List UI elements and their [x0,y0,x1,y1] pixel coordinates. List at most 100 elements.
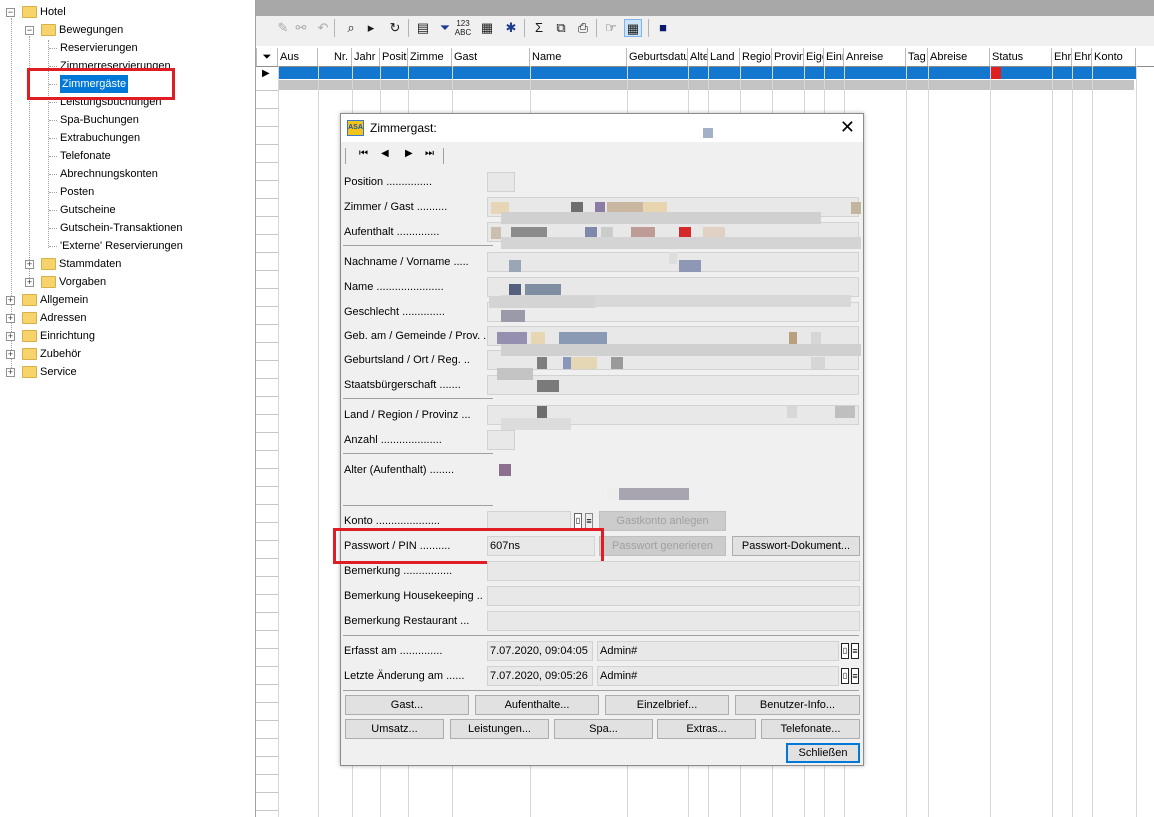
tree-item-bewegungen[interactable]: Bewegungen [59,21,123,39]
collapse-icon[interactable]: − [6,8,15,17]
column-header[interactable]: Abreise [928,48,990,66]
stop-icon[interactable]: ■ [654,19,672,37]
last-record-icon[interactable]: ⏭ [425,148,434,159]
expand-icon[interactable]: + [25,260,34,269]
column-header[interactable]: Eige [804,48,824,66]
column-header[interactable]: Einr [824,48,844,66]
previous-record-icon[interactable]: ◀ [381,148,389,159]
edit-form-icon[interactable]: ▦ [624,19,642,37]
tree-item-einrichtung[interactable]: Einrichtung [40,327,95,345]
expand-icon[interactable]: + [6,314,15,323]
column-header[interactable]: Jahr [352,48,380,66]
dropdown-icon[interactable]: ▯ [841,668,849,684]
tree-item-hotel[interactable]: Hotel [40,3,66,21]
view-icon[interactable]: ⚯ [292,19,310,37]
tree-item-vorgaben[interactable]: Vorgaben [59,273,106,291]
tree-item-bewegung[interactable]: Gutschein-Transaktionen [60,219,183,237]
anzahl-field[interactable] [487,430,515,450]
column-header[interactable]: Regio [740,48,772,66]
menu-icon[interactable]: ≡ [851,643,859,659]
tree-item-bewegung[interactable]: Gutscheine [60,201,116,219]
erfasst-user-field[interactable]: Admin# [597,641,839,661]
column-header[interactable]: Konto [1092,48,1136,66]
telefonate-button[interactable]: Telefonate... [761,719,860,739]
column-header[interactable]: Name [530,48,627,66]
tree-item-bewegung[interactable]: Telefonate [60,147,111,165]
geaendert-date-field[interactable]: 7.07.2020, 09:05:26 [487,666,593,686]
tree-item-adressen[interactable]: Adressen [40,309,86,327]
column-header[interactable]: Alte [688,48,708,66]
position-field[interactable] [487,172,515,192]
passwort-generieren-button[interactable]: Passwort generieren [599,536,726,556]
column-header[interactable]: Aus [278,48,318,66]
filter-icon[interactable]: ⏷ [436,19,454,37]
menu-icon[interactable]: ≡ [585,513,593,529]
gast-button[interactable]: Gast... [345,695,469,715]
geaendert-user-field[interactable]: Admin# [597,666,839,686]
tree-item-zubehoer[interactable]: Zubehör [40,345,81,363]
expand-icon[interactable]: + [6,332,15,341]
leistungen-button[interactable]: Leistungen... [450,719,549,739]
einzelbrief-button[interactable]: Einzelbrief... [605,695,729,715]
expand-icon[interactable]: + [25,278,34,287]
bemerkung-restaurant-field[interactable] [487,611,860,631]
column-header[interactable]: Status [990,48,1052,66]
tree-item-service[interactable]: Service [40,363,77,381]
close-icon[interactable]: ✕ [840,117,855,137]
column-header[interactable]: Gast [452,48,530,66]
tree-item-bewegung[interactable]: Abrechnungskonten [60,165,158,183]
dropdown-icon[interactable]: ▯ [574,513,582,529]
column-header[interactable]: Land [708,48,740,66]
copy-icon[interactable]: ⧉ [552,19,570,37]
tree-item-stammdaten[interactable]: Stammdaten [59,255,121,273]
table-icon[interactable]: ▦ [478,19,496,37]
find-icon[interactable]: ⌕ [342,19,360,37]
abc-icon[interactable]: 123 ABC [454,19,472,37]
next-record-icon[interactable]: ▶ [405,148,413,159]
schliessen-button[interactable]: Schließen [786,743,860,763]
tree-item-bewegung[interactable]: Posten [60,183,94,201]
menu-icon[interactable]: ≡ [851,668,859,684]
first-record-icon[interactable]: ⏮ [359,148,368,159]
collapse-icon[interactable]: − [25,26,34,35]
extras-button[interactable]: Extras... [657,719,756,739]
column-header[interactable]: Tag [906,48,928,66]
sum-icon[interactable]: Σ [530,19,548,37]
expand-icon[interactable]: + [6,296,15,305]
expand-icon[interactable]: + [6,350,15,359]
column-header[interactable]: Ehr [1052,48,1072,66]
form-icon[interactable]: ▤ [414,19,432,37]
column-header[interactable]: Geburtsdatu [627,48,688,66]
erfasst-date-field[interactable]: 7.07.2020, 09:04:05 [487,641,593,661]
settings-icon[interactable]: ✱ [502,19,520,37]
aufenthalte-button[interactable]: Aufenthalte... [475,695,599,715]
edit-icon[interactable]: ✎ [274,19,292,37]
gastkonto-anlegen-button[interactable]: Gastkonto anlegen [599,511,726,531]
refresh-icon[interactable]: ↻ [386,19,404,37]
undo-icon[interactable]: ↶ [314,19,332,37]
tree-item-bewegung[interactable]: Extrabuchungen [60,129,140,147]
print-icon[interactable]: ⎙ [574,19,592,37]
bemerkung-housekeeping-field[interactable] [487,586,860,606]
goto-icon[interactable]: ▸ [362,19,380,37]
column-header[interactable]: Ehr [1072,48,1092,66]
benutzer-info-button[interactable]: Benutzer-Info... [735,695,860,715]
expand-icon[interactable]: + [6,368,15,377]
dropdown-icon[interactable]: ▯ [841,643,849,659]
column-header[interactable]: Nr. [318,48,352,66]
tree-item-bewegung[interactable]: Spa-Buchungen [60,111,139,129]
column-header[interactable]: Anreise [844,48,906,66]
bemerkung-field[interactable] [487,561,860,581]
spa-button[interactable]: Spa... [554,719,653,739]
umsatz-button[interactable]: Umsatz... [345,719,444,739]
column-header[interactable]: Zimme [408,48,452,66]
filter-icon[interactable]: ⏷ [256,48,278,66]
tree-item-bewegung[interactable]: Reservierungen [60,39,138,57]
tree-item-bewegung[interactable]: 'Externe' Reservierungen [60,237,183,255]
tree-item-allgemein[interactable]: Allgemein [40,291,88,309]
column-header[interactable]: Positi [380,48,408,66]
column-header[interactable]: Provin [772,48,804,66]
passwort-dokument-button[interactable]: Passwort-Dokument... [732,536,860,556]
pointer-icon[interactable]: ☞ [602,19,620,37]
table-row[interactable] [278,80,1134,90]
